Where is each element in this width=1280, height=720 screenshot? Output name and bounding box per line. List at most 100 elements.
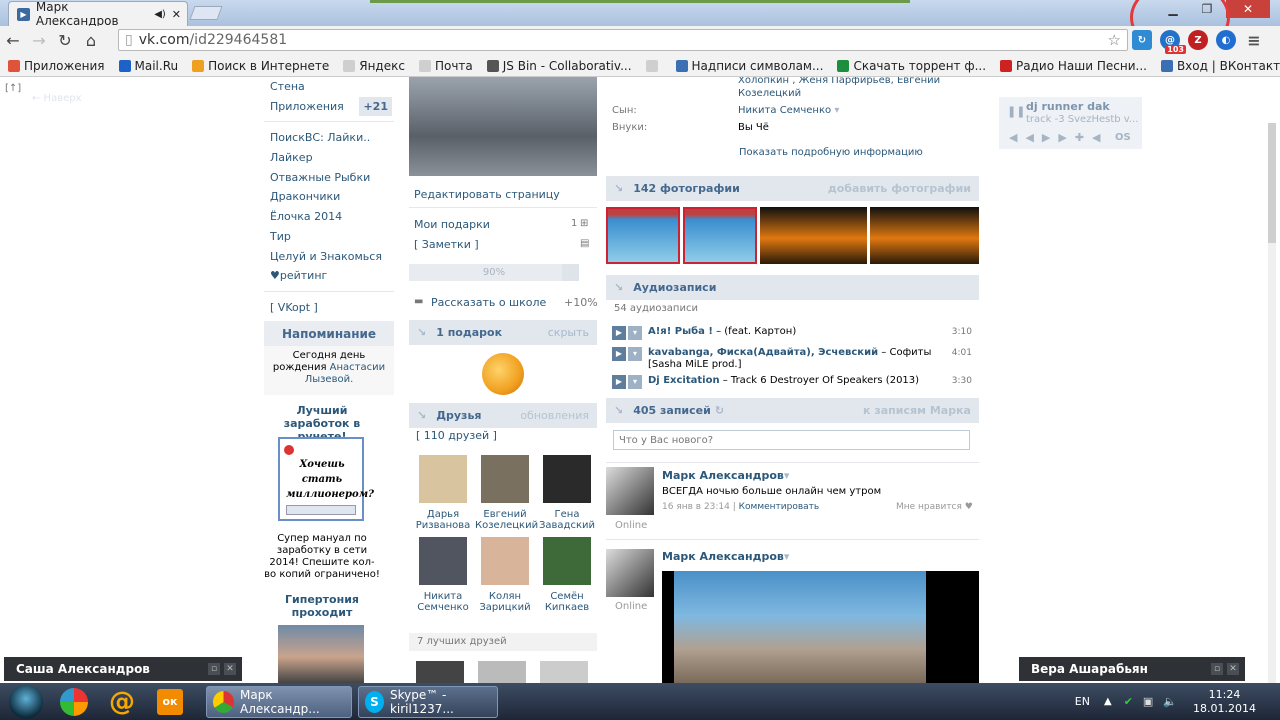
menu-icon[interactable]: ≡: [1244, 30, 1264, 50]
start-button[interactable]: [6, 684, 46, 719]
photo-thumb[interactable]: [606, 207, 680, 264]
relatives-text[interactable]: Холопкин , Женя Парфирьев, Евгений Козел…: [738, 77, 978, 100]
bookmark-item[interactable]: Mail.Ru: [118, 59, 178, 73]
bookmark-item[interactable]: JS Bin - Collaborativ...: [486, 59, 632, 73]
home-icon[interactable]: ⌂: [78, 31, 104, 50]
audio-menu-icon[interactable]: ▾: [628, 375, 642, 389]
menu-item-apps[interactable]: Приложения +21: [264, 96, 394, 117]
hide-gifts-link[interactable]: скрыть: [548, 326, 589, 339]
menu-app-item[interactable]: Отважные Рыбки: [264, 168, 394, 188]
bookmark-item[interactable]: Надписи символам...: [675, 59, 823, 73]
friend-item[interactable]: Семён Кипкаев: [537, 537, 597, 613]
post-avatar[interactable]: [606, 549, 654, 597]
ext-globe-icon[interactable]: ◐: [1216, 30, 1236, 50]
scrollbar-track[interactable]: [1268, 123, 1276, 683]
menu-app-item[interactable]: Целуй и Знакомься: [264, 247, 394, 267]
bookmark-item[interactable]: Почта: [418, 59, 473, 73]
best-friend-photo[interactable]: [416, 661, 464, 683]
my-gifts-link[interactable]: Мои подарки: [414, 218, 490, 231]
ext-mail-icon[interactable]: @103: [1160, 30, 1186, 54]
address-bar[interactable]: ▯ vk.com/id229464581 ☆: [118, 29, 1128, 51]
friend-item[interactable]: Колян Зарицкий: [475, 537, 535, 613]
audio-artist[interactable]: А!я! Рыба !: [648, 326, 713, 337]
post-author[interactable]: Марк Александров▾: [662, 469, 789, 482]
ad-banner[interactable]: Хочешь стать миллионером?: [278, 437, 374, 521]
play-icon[interactable]: ▶: [612, 347, 626, 361]
menu-app-item[interactable]: Ёлочка 2014: [264, 207, 394, 227]
menu-app-item[interactable]: Дракончики: [264, 187, 394, 207]
browser-tab[interactable]: ▶ Марк Александров ◀) ✕: [8, 0, 188, 28]
audio-menu-icon[interactable]: ▾: [628, 347, 642, 361]
scroll-top-marker[interactable]: [↑]: [5, 83, 21, 94]
tray-expand-icon[interactable]: ▲: [1104, 696, 1112, 707]
new-tab-button[interactable]: [189, 6, 223, 20]
chat-close-icon[interactable]: ✕: [224, 663, 236, 675]
tab-close-icon[interactable]: ✕: [172, 8, 181, 21]
add-photos-link[interactable]: добавить фотографии: [828, 182, 971, 195]
school-link[interactable]: Рассказать о школе: [431, 296, 546, 309]
show-more-info-link[interactable]: Показать подробную информацию: [739, 147, 923, 158]
photo-thumb[interactable]: [760, 207, 867, 264]
menu-app-item[interactable]: Тир: [264, 227, 394, 247]
gift-image[interactable]: [482, 353, 524, 395]
best-friends-header[interactable]: 7 лучших друзей: [409, 633, 597, 651]
edit-page-link[interactable]: Редактировать страницу: [414, 188, 560, 201]
profile-photo[interactable]: [409, 77, 597, 176]
bookmark-item[interactable]: Вход | ВКонтакте: [1160, 59, 1280, 73]
pause-icon[interactable]: ❚❚: [1007, 105, 1025, 118]
play-icon[interactable]: ▶: [612, 326, 626, 340]
bookmark-item[interactable]: Скачать торрент ф...: [837, 59, 986, 73]
photo-thumb[interactable]: [683, 207, 757, 264]
bookmark-item[interactable]: Яндекс: [343, 59, 405, 73]
taskbar-skype-window[interactable]: S Skype™ - kiril1237...: [358, 685, 498, 718]
comment-link[interactable]: Комментировать: [739, 502, 820, 512]
wall-posts-link[interactable]: к записям Марка: [863, 404, 971, 417]
audio-row[interactable]: ▶ ▾ Dj Excitation – Track 6 Destroyer Of S…: [612, 375, 976, 394]
like-button[interactable]: Мне нравится ♥: [896, 502, 973, 512]
friend-item[interactable]: Дарья Ризванова: [413, 455, 473, 531]
audio-menu-icon[interactable]: ▾: [628, 326, 642, 340]
ext-translate-icon[interactable]: ↻: [1132, 30, 1152, 50]
bookmark-item[interactable]: Приложения: [8, 59, 105, 73]
ad-text[interactable]: Супер мануал по заработку в сети 2014! С…: [264, 533, 380, 581]
chat-tab-right[interactable]: Вера Ашарабьян ▫ ✕: [1019, 657, 1245, 681]
video-player[interactable]: [662, 571, 979, 683]
menu-app-item[interactable]: ♥рейтинг: [264, 266, 394, 286]
post-author[interactable]: Марк Александров▾: [662, 550, 789, 563]
back-icon[interactable]: ←: [0, 31, 26, 50]
ext-z-icon[interactable]: Z: [1188, 30, 1208, 50]
language-indicator[interactable]: EN: [1075, 695, 1090, 708]
photo-thumb[interactable]: [870, 207, 979, 264]
audio-row[interactable]: ▶ ▾ kavabanga, Фиска(Адвайта), Эсчевский –…: [612, 347, 976, 375]
friends-count-link[interactable]: [ 110 друзей ]: [416, 429, 497, 442]
network-icon[interactable]: ▣: [1143, 695, 1153, 708]
audio-artist[interactable]: kavabanga, Фиска(Адвайта), Эсчевский: [648, 347, 878, 358]
menu-app-item[interactable]: ПоискВС: Лайки..: [264, 128, 394, 148]
friends-updates-link[interactable]: обновления: [520, 409, 589, 422]
bookmark-item[interactable]: [645, 59, 662, 72]
bookmark-item[interactable]: Поиск в Интернете: [192, 59, 329, 73]
best-friend-photo[interactable]: [540, 661, 588, 683]
menu-item-wall[interactable]: Стена: [264, 77, 394, 97]
friend-item[interactable]: Евгений Козелецкий: [475, 455, 538, 531]
son-value[interactable]: Никита Семченко ▾: [738, 105, 839, 116]
player-os[interactable]: OS: [1115, 132, 1131, 143]
mail-agent-icon[interactable]: @: [102, 686, 142, 718]
friend-item[interactable]: Гена Завадский: [537, 455, 597, 531]
play-icon[interactable]: ▶: [612, 375, 626, 389]
chat-close-icon[interactable]: ✕: [1227, 663, 1239, 675]
bookmark-item[interactable]: Радио Наши Песни...: [1000, 59, 1147, 73]
close-window-icon[interactable]: ✕: [1226, 0, 1270, 18]
scrollbar-thumb[interactable]: [1268, 123, 1276, 243]
menu-app-item[interactable]: Лайкер: [264, 148, 394, 168]
best-friend-photo[interactable]: [478, 661, 526, 683]
vkopt-link[interactable]: [ VKopt ]: [264, 298, 394, 318]
forward-icon[interactable]: →: [26, 31, 52, 50]
notes-link[interactable]: [ Заметки ]: [414, 238, 479, 251]
reload-icon[interactable]: ↻: [52, 31, 78, 50]
chat-tab-left[interactable]: Саша Александров ▫ ✕: [4, 657, 242, 681]
audio-artist[interactable]: Dj Excitation: [648, 375, 720, 386]
bookmark-star-icon[interactable]: ☆: [1108, 31, 1121, 49]
app-icon-1[interactable]: [54, 686, 94, 718]
chat-minimize-icon[interactable]: ▫: [208, 663, 220, 675]
